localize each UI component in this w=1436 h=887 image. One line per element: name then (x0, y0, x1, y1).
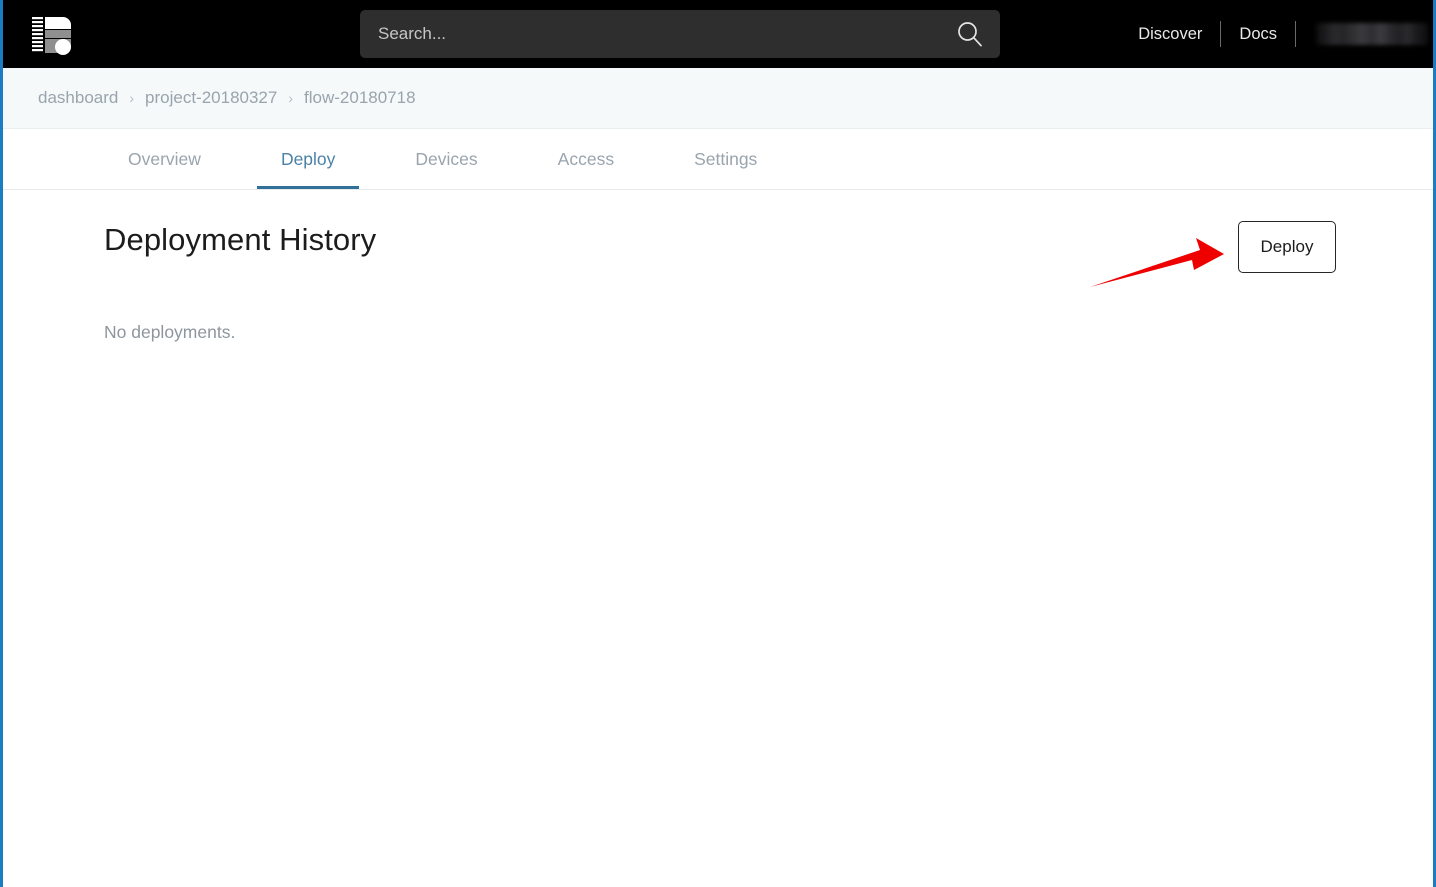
header-nav: Discover Docs (1120, 0, 1436, 68)
top-header-bar: Discover Docs (0, 0, 1436, 68)
search-input[interactable] (378, 10, 938, 58)
tab-access[interactable]: Access (534, 129, 638, 189)
tab-settings[interactable]: Settings (670, 129, 781, 189)
balena-logo-icon[interactable] (30, 12, 80, 58)
breadcrumb-item-project[interactable]: project-20180327 (145, 88, 277, 108)
search-box[interactable] (360, 10, 1000, 58)
empty-state-message: No deployments. (104, 322, 236, 342)
tab-deploy[interactable]: Deploy (256, 129, 360, 189)
tab-bar: Overview Deploy Devices Access Settings (0, 129, 1436, 190)
nav-link-discover[interactable]: Discover (1120, 0, 1220, 68)
main-content: Deployment History No deployments. Deplo… (0, 190, 1436, 887)
user-account-redacted[interactable] (1316, 23, 1428, 45)
search-icon[interactable] (956, 20, 984, 48)
breadcrumb-bar: dashboard › project-20180327 › flow-2018… (0, 68, 1436, 129)
breadcrumb-separator: › (129, 90, 135, 106)
logo-svg (32, 17, 71, 55)
breadcrumb-item-dashboard[interactable]: dashboard (38, 88, 118, 108)
deploy-button[interactable]: Deploy (1238, 221, 1336, 273)
breadcrumb: dashboard › project-20180327 › flow-2018… (38, 68, 416, 128)
breadcrumb-item-flow[interactable]: flow-20180718 (304, 88, 416, 108)
nav-divider (1295, 21, 1296, 47)
tab-overview[interactable]: Overview (104, 129, 225, 189)
tab-list: Overview Deploy Devices Access Settings (104, 129, 813, 189)
tab-devices[interactable]: Devices (391, 129, 501, 189)
nav-link-docs[interactable]: Docs (1221, 0, 1295, 68)
page-title: Deployment History (104, 222, 377, 257)
breadcrumb-separator: › (288, 90, 294, 106)
